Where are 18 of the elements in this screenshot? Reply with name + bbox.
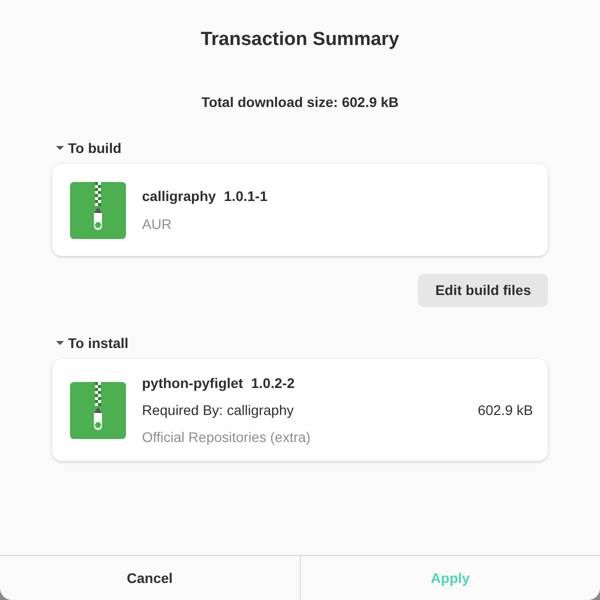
package-name: calligraphy xyxy=(142,187,216,206)
package-name: python-pyfiglet xyxy=(142,374,244,393)
expanded-arrow-icon[interactable] xyxy=(56,144,64,152)
required-by-text: Required By: calligraphy xyxy=(142,401,295,420)
package-repository: AUR xyxy=(142,214,173,234)
package-repository: Official Repositories (extra) xyxy=(142,428,312,447)
package-version: 1.0.2-2 xyxy=(251,374,295,392)
edit-build-files-button[interactable]: Edit build files xyxy=(418,274,548,307)
total-download-size: Total download size: 602.9 kB xyxy=(200,93,400,112)
package-size: 602.9 kB xyxy=(478,400,533,420)
dialog-title: Transaction Summary xyxy=(200,28,400,52)
expanded-arrow-icon[interactable] xyxy=(56,339,64,347)
archive-icon xyxy=(70,182,126,238)
section-heading: To build xyxy=(68,138,122,158)
archive-icon xyxy=(70,382,126,438)
package-version: 1.0.1-1 xyxy=(224,187,268,206)
cancel-button[interactable]: Cancel xyxy=(0,556,300,600)
section-heading: To install xyxy=(68,334,128,352)
